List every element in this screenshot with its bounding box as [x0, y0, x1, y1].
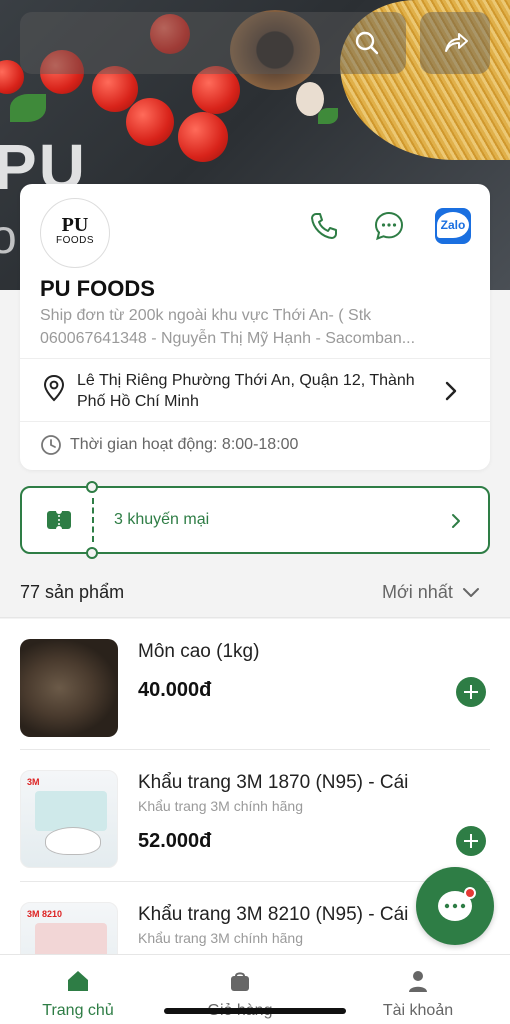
chevron-right-icon — [452, 514, 460, 528]
divider — [20, 421, 490, 422]
product-item[interactable]: Môn cao (1kg) 40.000đ — [0, 619, 510, 751]
basil-leaf-decoration — [10, 94, 46, 122]
notification-badge — [464, 887, 476, 899]
opening-hours: Thời gian hoạt động: 8:00-18:00 — [40, 434, 298, 456]
store-logo-text: PU — [61, 214, 89, 236]
product-image: 3M — [20, 770, 118, 868]
store-info-card: PU FOODS Zalo PU FOODS Ship đơn từ 200k … — [20, 184, 490, 470]
message-button[interactable] — [369, 206, 409, 246]
promotions-label: 3 khuyến mại — [114, 511, 210, 528]
opening-hours-text: Thời gian hoạt động: 8:00-18:00 — [70, 436, 299, 454]
nav-home[interactable]: Trang chủ — [18, 969, 138, 1020]
user-icon — [409, 971, 427, 992]
chevron-right-icon — [445, 381, 457, 401]
ticket-notch — [86, 547, 98, 559]
voucher-icon — [47, 510, 71, 530]
store-address-row[interactable]: Lê Thị Riêng Phường Thới An, Quận 12, Th… — [20, 360, 490, 422]
chat-support-button[interactable] — [416, 867, 494, 945]
store-name: PU FOODS — [40, 276, 155, 301]
product-image: 3M 8210 — [20, 902, 118, 959]
search-bar[interactable] — [20, 12, 406, 74]
share-icon — [445, 33, 468, 52]
phone-icon — [311, 213, 337, 239]
add-to-cart-button[interactable] — [456, 677, 486, 707]
product-count: 77 sản phẩm — [20, 582, 125, 602]
ticket-notch — [86, 481, 98, 493]
nav-home-label: Trang chủ — [42, 1002, 114, 1019]
call-button[interactable] — [304, 206, 344, 246]
ticket-perforation — [92, 498, 94, 542]
product-subtitle: Khẩu trang 3M chính hãng — [138, 930, 304, 946]
home-indicator — [164, 1008, 346, 1014]
store-description: Ship đơn từ 200k ngoài khu vực Thới An- … — [40, 307, 416, 347]
store-logo: PU FOODS — [40, 198, 110, 268]
nav-account[interactable]: Tài khoản — [358, 969, 478, 1020]
product-item[interactable]: 3M Khẩu trang 3M 1870 (N95) - Cái Khẩu t… — [0, 750, 510, 882]
home-icon — [68, 971, 88, 991]
divider — [20, 358, 490, 359]
sort-dropdown[interactable]: Mới nhất — [382, 582, 480, 603]
nav-account-label: Tài khoản — [382, 1002, 454, 1019]
typing-dots-icon — [444, 903, 466, 909]
product-name: Khẩu trang 3M 1870 (N95) - Cái — [138, 772, 409, 793]
product-image-brand: 3M — [27, 777, 40, 787]
location-pin-icon — [43, 374, 65, 402]
product-name: Môn cao (1kg) — [138, 641, 260, 662]
zalo-icon: Zalo — [437, 212, 469, 238]
clock-icon — [41, 435, 61, 455]
share-button[interactable] — [420, 12, 490, 74]
basil-leaf-decoration — [318, 108, 338, 124]
store-address: Lê Thị Riêng Phường Thới An, Quận 12, Th… — [77, 372, 415, 410]
product-name: Khẩu trang 3M 8210 (N95) - Cái — [138, 904, 409, 925]
products-header: 77 sản phẩm Mới nhất — [0, 566, 510, 618]
promotions-banner[interactable]: 3 khuyến mại — [20, 481, 490, 559]
search-icon — [355, 31, 379, 55]
mask-graphic — [45, 827, 101, 855]
sort-label: Mới nhất — [382, 582, 453, 602]
tomato-decoration — [126, 98, 174, 146]
cover-overlay-text: o — [0, 211, 17, 264]
bag-icon — [231, 972, 249, 991]
product-price: 40.000đ — [138, 679, 212, 701]
store-logo-subtext: FOODS — [55, 235, 95, 246]
chat-icon — [374, 211, 404, 241]
product-price: 52.000đ — [138, 830, 212, 852]
product-image-brand: 3M 8210 — [27, 909, 63, 919]
zalo-button[interactable]: Zalo — [435, 208, 471, 244]
tomato-decoration — [178, 112, 228, 162]
product-subtitle: Khẩu trang 3M chính hãng — [138, 798, 304, 814]
add-to-cart-button[interactable] — [456, 826, 486, 856]
chevron-down-icon — [462, 588, 479, 598]
search-button[interactable] — [352, 28, 382, 58]
product-image — [20, 639, 118, 737]
mask-box-graphic — [35, 791, 107, 831]
